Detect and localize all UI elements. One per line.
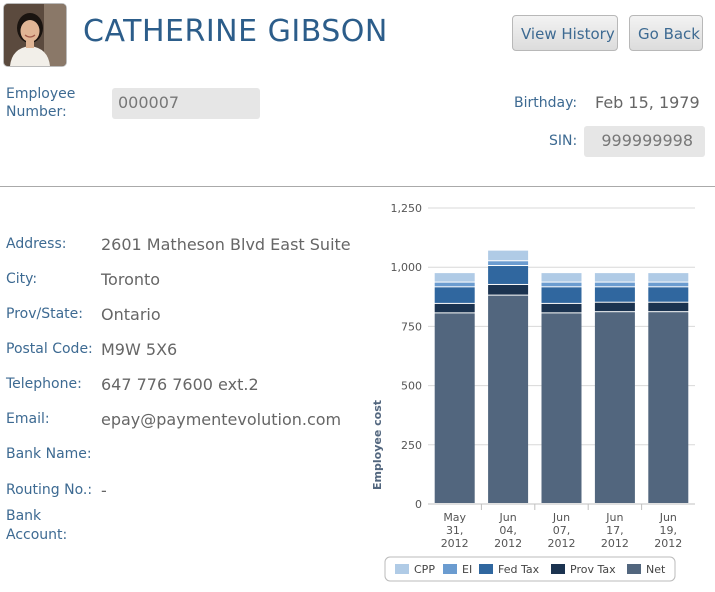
y-tick-label: 0 xyxy=(415,498,422,511)
go-back-button[interactable]: Go Back xyxy=(629,15,703,51)
x-tick-label: May 31, 2012 xyxy=(441,511,469,550)
view-history-button[interactable]: View History xyxy=(512,15,618,51)
email-value[interactable]: epay@paymentevolution.com xyxy=(101,410,341,429)
bank-account-label: Bank Account: xyxy=(6,508,68,543)
y-axis-ticks: 0 250 500 750 1,000 1,250 xyxy=(391,202,423,511)
bar-segment-net[interactable] xyxy=(541,313,582,503)
bank-name-label: Bank Name: xyxy=(6,446,92,462)
y-tick-label: 750 xyxy=(401,320,422,333)
telephone-value: 647 776 7600 ext.2 xyxy=(101,375,259,394)
chart-bars xyxy=(434,250,689,503)
postal-code-value: M9W 5X6 xyxy=(101,340,178,359)
bar-segment-ei[interactable] xyxy=(488,261,529,266)
bar-segment-cpp[interactable] xyxy=(488,250,529,261)
city-value: Toronto xyxy=(101,270,161,289)
legend-swatch xyxy=(443,564,457,574)
birthday-value: Feb 15, 1979 xyxy=(595,93,700,112)
bar-segment-ei[interactable] xyxy=(434,282,475,287)
bar-segment-net[interactable] xyxy=(594,312,635,503)
bar-segment-ei[interactable] xyxy=(594,282,635,287)
bar-segment-cpp[interactable] xyxy=(648,273,689,282)
email-label: Email: xyxy=(6,411,50,427)
employee-number-label: Employee Number: xyxy=(6,86,76,120)
avatar-icon xyxy=(4,4,66,66)
bar-segment-fed-tax[interactable] xyxy=(541,287,582,303)
bar-segment-ei[interactable] xyxy=(541,282,582,287)
address-value: 2601 Matheson Blvd East Suite xyxy=(101,235,351,254)
routing-label: Routing No.: xyxy=(6,482,93,498)
employee-number-field[interactable]: 000007 xyxy=(112,88,260,119)
routing-value: - xyxy=(101,481,107,500)
y-tick-label: 1,250 xyxy=(391,202,423,215)
bar-segment-cpp[interactable] xyxy=(434,273,475,282)
y-tick-label: 500 xyxy=(401,380,422,393)
bar-segment-prov-tax[interactable] xyxy=(488,284,529,295)
x-axis-ticks: May 31, 2012 Jun 04, 2012 Jun 07, 2012 Jun 17, 2012… xyxy=(441,504,682,550)
legend-swatch xyxy=(627,564,641,574)
bar-segment-net[interactable] xyxy=(648,312,689,503)
bar-segment-prov-tax[interactable] xyxy=(434,303,475,313)
bar-segment-net[interactable] xyxy=(434,313,475,503)
x-tick-label: Jun 04, 2012 xyxy=(494,511,522,550)
bar-segment-fed-tax[interactable] xyxy=(434,287,475,303)
employee-avatar xyxy=(4,4,66,66)
bar-segment-prov-tax[interactable] xyxy=(594,302,635,312)
birthday-label: Birthday: xyxy=(514,95,578,111)
prov-state-value: Ontario xyxy=(101,305,161,324)
x-tick-label: Jun 19, 2012 xyxy=(654,511,682,550)
legend-swatch xyxy=(479,564,493,574)
sin-field[interactable]: 999999998 xyxy=(584,126,705,157)
y-tick-label: 250 xyxy=(401,439,422,452)
telephone-label: Telephone: xyxy=(6,376,82,392)
legend-label: Prov Tax xyxy=(570,563,616,576)
x-tick-label: Jun 07, 2012 xyxy=(548,511,576,550)
employee-name: CATHERINE GIBSON xyxy=(83,14,388,49)
sin-label: SIN: xyxy=(549,133,578,149)
postal-code-label: Postal Code: xyxy=(6,341,93,357)
employee-cost-chart: 0 250 500 750 1,000 1,250 Employee cost May 31… xyxy=(371,202,695,582)
section-divider xyxy=(0,186,715,187)
y-tick-label: 1,000 xyxy=(391,261,423,274)
bar-segment-prov-tax[interactable] xyxy=(648,302,689,312)
x-tick-label: Jun 17, 2012 xyxy=(601,511,629,550)
legend-label: CPP xyxy=(414,563,435,576)
chart-legend[interactable]: CPP EI Fed Tax Prov Tax Net xyxy=(384,556,676,582)
city-label: City: xyxy=(6,271,38,287)
address-label: Address: xyxy=(6,236,67,252)
legend-label: Fed Tax xyxy=(498,563,540,576)
bar-segment-ei[interactable] xyxy=(648,282,689,287)
bar-segment-cpp[interactable] xyxy=(594,273,635,282)
legend-label: EI xyxy=(462,563,472,576)
bar-segment-cpp[interactable] xyxy=(541,273,582,282)
bar-segment-fed-tax[interactable] xyxy=(648,287,689,302)
bar-segment-net[interactable] xyxy=(488,295,529,503)
legend-swatch xyxy=(395,564,409,574)
legend-label: Net xyxy=(646,563,666,576)
bar-segment-fed-tax[interactable] xyxy=(594,287,635,302)
bar-segment-prov-tax[interactable] xyxy=(541,303,582,313)
bar-segment-fed-tax[interactable] xyxy=(488,266,529,284)
legend-swatch xyxy=(551,564,565,574)
prov-state-label: Prov/State: xyxy=(6,306,83,322)
y-axis-label: Employee cost xyxy=(371,400,384,490)
